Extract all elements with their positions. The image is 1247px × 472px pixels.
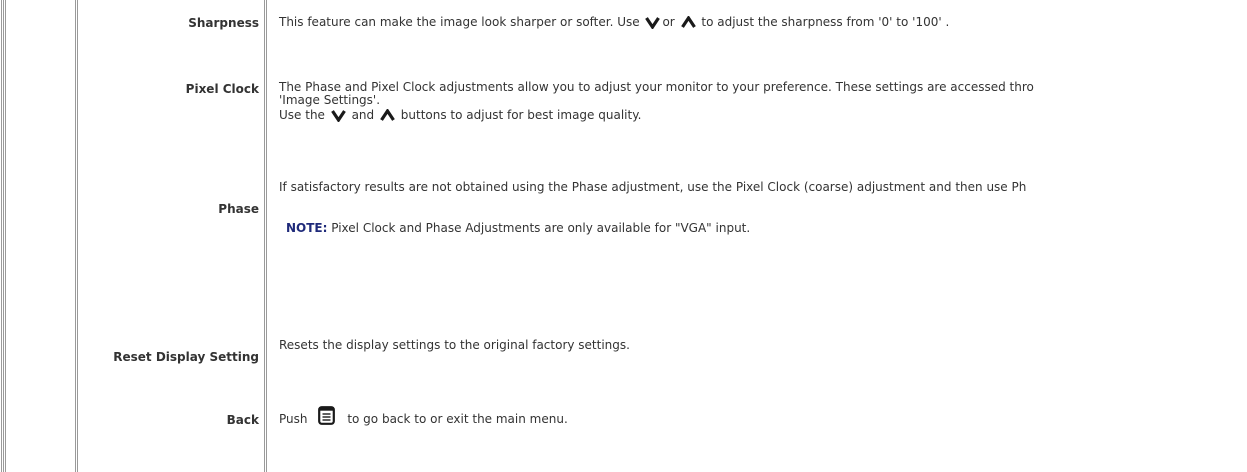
pixel-clock-line-3: Use the and buttons to adjust for best i… <box>279 108 1034 125</box>
column-divider-2 <box>266 0 267 472</box>
pixel-clock-description: The Phase and Pixel Clock adjustments al… <box>279 81 1034 125</box>
back-text-after: to go back to or exit the main menu. <box>347 412 568 426</box>
table-border-left-2 <box>3 0 4 472</box>
phase-line-1: If satisfactory results are not obtained… <box>279 180 1027 194</box>
back-text-before: Push <box>279 412 312 426</box>
chevron-down-icon <box>330 109 346 125</box>
sharpness-description: This feature can make the image look sha… <box>279 15 950 32</box>
table-border-left-1 <box>1 0 2 472</box>
chevron-down-icon <box>645 16 661 32</box>
pixel-clock-line-3-before: Use the <box>279 108 329 122</box>
pixel-clock-line-3-mid: and <box>347 108 378 122</box>
note-label: NOTE: <box>286 221 328 235</box>
note-text: Pixel Clock and Phase Adjustments are on… <box>327 221 751 235</box>
table-border-mid-1 <box>75 0 76 472</box>
back-description: Push to go back to or exit the main menu… <box>279 406 568 428</box>
back-label: Back <box>226 413 259 427</box>
reset-display-setting-label: Reset Display Setting <box>113 350 259 364</box>
sharpness-text-after: to adjust the sharpness from '0' to '100… <box>697 15 950 29</box>
phase-label: Phase <box>218 202 259 216</box>
phase-description: If satisfactory results are not obtained… <box>279 181 1026 194</box>
table-border-left-3 <box>5 0 6 472</box>
reset-description: Resets the display settings to the origi… <box>279 338 630 352</box>
pixel-clock-line-3-after: buttons to adjust for best image quality… <box>396 108 642 122</box>
sharpness-text-mid: or <box>662 15 679 29</box>
table-border-mid-2 <box>77 0 78 472</box>
sharpness-label: Sharpness <box>188 16 259 30</box>
chevron-up-icon <box>380 108 395 125</box>
sharpness-text-before: This feature can make the image look sha… <box>279 15 644 29</box>
pixel-clock-line-1: The Phase and Pixel Clock adjustments al… <box>279 80 1034 94</box>
pixel-clock-line-2: 'Image Settings'. <box>279 93 381 107</box>
column-divider-1 <box>264 0 265 472</box>
pixel-clock-label: Pixel Clock <box>185 82 259 96</box>
chevron-up-icon <box>680 15 696 32</box>
phase-note: NOTE: Pixel Clock and Phase Adjustments … <box>286 222 750 235</box>
menu-button-icon <box>318 406 336 428</box>
